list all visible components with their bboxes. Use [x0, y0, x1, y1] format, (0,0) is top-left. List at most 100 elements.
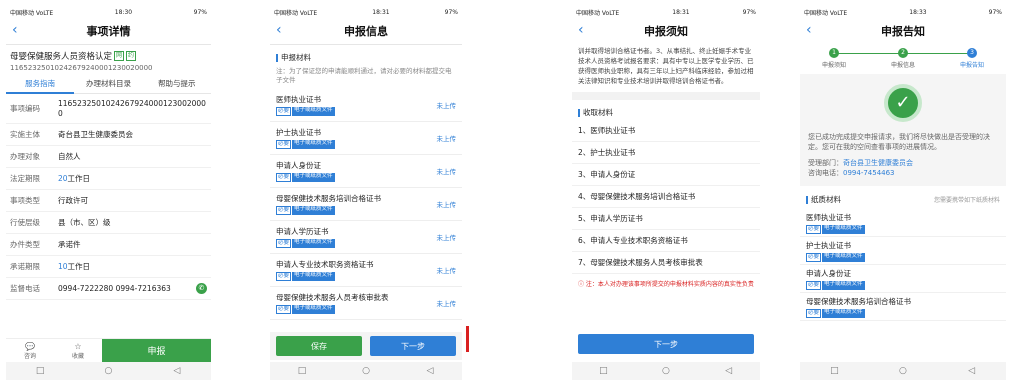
info-row-case-type: 办件类型 承诺件: [6, 234, 211, 256]
material-item[interactable]: 医师执业证书 必要 电子或纸质文件 未上传: [270, 89, 462, 122]
list-item: 医师执业证书 必要 电子或纸质文件: [800, 209, 1006, 237]
back-arrow-icon[interactable]: ‹: [578, 22, 584, 38]
info-key: 办件类型: [10, 240, 40, 249]
upload-status[interactable]: 未上传: [437, 133, 457, 143]
required-badge: 必要: [276, 239, 292, 248]
clock-text: 18:33: [909, 8, 927, 16]
upload-status[interactable]: 未上传: [437, 265, 457, 275]
status-bar: 中国移动 VoLTE 18:30 97%: [6, 6, 211, 18]
section-title: 纸质材料: [811, 195, 841, 204]
back-nav-icon[interactable]: ◁: [964, 366, 980, 376]
file-type-badge: 电子或纸质文件: [822, 309, 865, 318]
carrier-text: 中国移动 VoLTE: [576, 9, 620, 17]
tab-material-list[interactable]: 办理材料目录: [74, 76, 142, 94]
home-icon[interactable]: ○: [358, 366, 374, 376]
list-item: 5、申请人学历证书: [572, 208, 760, 230]
info-row-authority: 实施主体 奇台县卫生健康委员会: [6, 124, 211, 146]
file-type-badge: 电子或纸质文件: [292, 239, 335, 248]
list-item: 4、母婴保健技术服务培训合格证书: [572, 186, 760, 208]
back-nav-icon[interactable]: ◁: [422, 366, 438, 376]
phone-line: 咨询电话：0994-7454463: [808, 168, 998, 178]
info-key: 实施主体: [10, 130, 40, 139]
material-name: 申请人身份证: [276, 161, 321, 170]
online-tag: 网: [114, 51, 125, 61]
info-key: 办理对象: [10, 152, 40, 161]
upload-status[interactable]: 未上传: [437, 100, 457, 110]
info-row-promise-limit: 承诺期限 10工作日: [6, 256, 211, 278]
star-icon: ☆: [74, 341, 82, 351]
upload-status[interactable]: 未上传: [437, 232, 457, 242]
progress-steps: 1 申报须知 2 申报信息 3 申报告知: [800, 44, 1006, 74]
back-nav-icon[interactable]: ◁: [169, 366, 185, 376]
title-bar: ‹ 申报告知: [800, 18, 1006, 44]
item-title-row: 母婴保健服务人员资格认定 网 约: [6, 45, 211, 64]
success-text: 您已成功完成提交申报请求，我们将尽快做出是否受理的决定。您可在我的空间查看事项的…: [808, 133, 990, 151]
upload-status[interactable]: 未上传: [437, 298, 457, 308]
back-nav-icon[interactable]: ◁: [721, 366, 737, 376]
material-item[interactable]: 申请人身份证 必要 电子或纸质文件 未上传: [270, 155, 462, 188]
info-value: 行政许可: [58, 195, 88, 205]
list-item: 母婴保健技术服务培训合格证书 必要 电子或纸质文件: [800, 293, 1006, 321]
phone-screen-apply-info: 中国移动 VoLTE 18:31 97% ‹ 申报信息 申报材料 注：为了保证您…: [270, 6, 462, 380]
material-item[interactable]: 护士执业证书 必要 电子或纸质文件 未上传: [270, 122, 462, 155]
screenshot-stage: 中国移动 VoLTE 18:30 97% ‹ 事项详情 母婴保健服务人员资格认定…: [0, 0, 1013, 384]
info-value: 县（市、区）级: [58, 217, 111, 227]
success-panel: ✓ 您已成功完成提交申报请求，我们将尽快做出是否受理的决定。您可在我的空间查看事…: [800, 74, 1006, 186]
item-code-line: 11652325010242679240001230020000: [10, 64, 153, 72]
info-key: 监督电话: [10, 284, 40, 293]
upload-status[interactable]: 未上传: [437, 166, 457, 176]
page-title: 申报信息: [344, 25, 388, 38]
phone-call-icon[interactable]: ✆: [196, 283, 207, 294]
recents-icon[interactable]: □: [294, 366, 310, 376]
material-item[interactable]: 申请人专业技术职务资格证书 必要 电子或纸质文件 未上传: [270, 254, 462, 287]
title-bar: ‹ 事项详情: [6, 18, 211, 44]
info-value: 10工作日: [58, 262, 90, 272]
recents-icon[interactable]: □: [32, 366, 48, 376]
back-arrow-icon[interactable]: ‹: [12, 22, 18, 38]
consult-phone-link[interactable]: 0994-7454463: [843, 169, 895, 177]
upload-status[interactable]: 未上传: [437, 199, 457, 209]
item-title: 母婴保健服务人员资格认定: [10, 52, 113, 62]
required-badge: 必要: [276, 140, 292, 149]
page-title: 申报须知: [644, 25, 688, 38]
step-notice: 1 申报须知: [814, 48, 854, 74]
appointment-tag: 约: [126, 51, 137, 61]
favorite-button[interactable]: ☆ 收藏: [54, 339, 102, 362]
title-bar: ‹ 申报须知: [572, 18, 760, 44]
next-step-button[interactable]: 下一步: [370, 336, 456, 356]
apply-button[interactable]: 申报: [102, 339, 211, 362]
back-arrow-icon[interactable]: ‹: [276, 22, 282, 38]
section-marker: [806, 195, 808, 204]
status-bar: 中国移动 VoLTE 18:31 97%: [572, 6, 760, 18]
tab-help[interactable]: 帮助与提示: [143, 76, 211, 94]
save-button[interactable]: 保存: [276, 336, 362, 356]
favorite-label: 收藏: [71, 352, 84, 360]
received-materials-header: 收取材料: [572, 100, 760, 120]
section-marker: [578, 108, 580, 117]
home-icon[interactable]: ○: [100, 366, 116, 376]
info-row-level: 行使层级 县（市、区）级: [6, 212, 211, 234]
supervision-phone-link[interactable]: 0994-7222280 0994-7216363: [58, 284, 171, 294]
recents-icon[interactable]: □: [826, 366, 842, 376]
file-type-badge: 电子或纸质文件: [822, 281, 865, 290]
tab-service-guide[interactable]: 服务指南: [6, 76, 75, 94]
info-row-phone: 监督电话 0994-7222280 0994-7216363 ✆: [6, 278, 211, 300]
info-key: 事项编码: [10, 104, 40, 113]
list-item: 6、申请人专业技术职务资格证书: [572, 230, 760, 252]
home-icon[interactable]: ○: [658, 366, 674, 376]
info-key: 法定期限: [10, 174, 40, 183]
material-item[interactable]: 申请人学历证书 必要 电子或纸质文件 未上传: [270, 221, 462, 254]
next-step-button[interactable]: 下一步: [578, 334, 754, 354]
info-row-code: 事项编码 11652325010242679240001230020000: [6, 94, 211, 124]
dept-line: 受理部门：奇台县卫生健康委员会: [808, 158, 998, 168]
days-number: 10: [58, 261, 68, 271]
home-icon[interactable]: ○: [895, 366, 911, 376]
material-item[interactable]: 母婴保健技术服务培训合格证书 必要 电子或纸质文件 未上传: [270, 188, 462, 221]
title-bar: ‹ 申报信息: [270, 18, 462, 44]
required-badge: 必要: [276, 206, 292, 215]
consult-label: 咨询: [23, 352, 36, 360]
recents-icon[interactable]: □: [595, 366, 611, 376]
material-item[interactable]: 母婴保健技术服务人员考核审批表 必要 电子或纸质文件 未上传: [270, 287, 462, 320]
back-arrow-icon[interactable]: ‹: [806, 22, 812, 38]
consult-button[interactable]: 💬 咨询: [6, 339, 54, 362]
